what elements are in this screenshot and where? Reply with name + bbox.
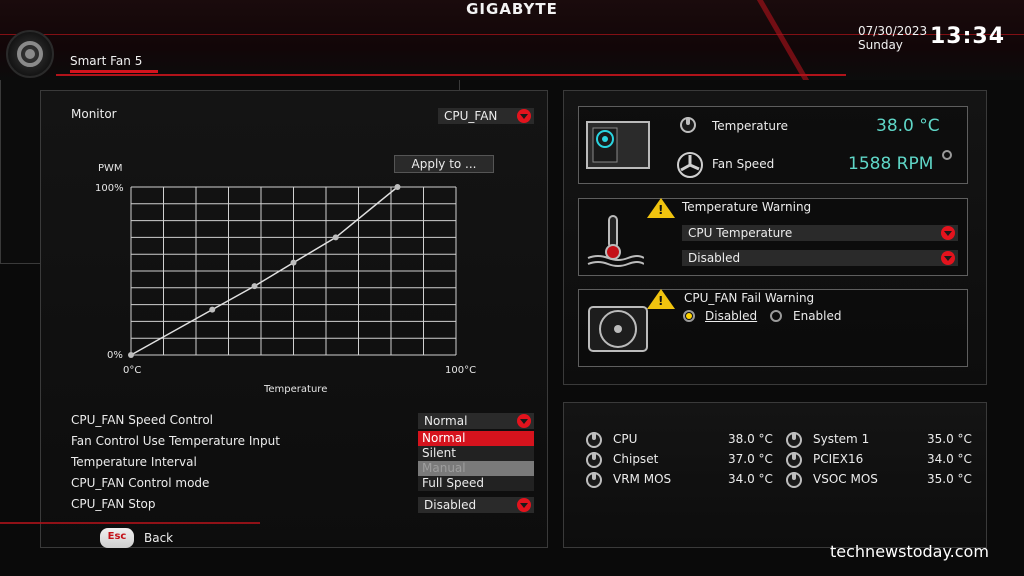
footer-accent [0,522,260,524]
header-tab-bar [56,74,846,76]
temp-source-value: CPU Temperature [688,226,793,240]
control-mode-label: CPU_FAN Control mode [71,476,210,490]
temp-name-system1: System 1 [813,432,870,446]
gear-icon[interactable] [6,30,54,78]
fan-icon [677,152,703,178]
speed-control-dropdown[interactable]: Normal [418,413,534,429]
warning-icon [647,198,675,218]
temperature-label: Temperature [712,119,789,133]
temp-source-dropdown[interactable]: CPU Temperature [682,225,958,241]
radio-enabled-label[interactable]: Enabled [793,309,842,323]
curve-point [394,184,401,190]
temp-interval-label: Temperature Interval [71,455,197,469]
thermometer-icon [786,452,802,468]
fan-stop-value: Disabled [424,498,477,512]
temp-value-vsoc-mos: 35.0 °C [927,472,972,486]
chevron-down-icon [517,498,531,512]
date-display: 07/30/2023 [858,24,928,38]
speed-control-value: Normal [424,414,468,428]
thermometer-icon [586,452,602,468]
heat-thermometer-icon [587,215,644,267]
radio-disabled[interactable] [683,310,695,322]
temp-value-chipset: 37.0 °C [728,452,773,466]
thermometer-icon [586,432,602,448]
curve-point [251,283,258,290]
thermometer-icon [786,432,802,448]
temp-name-vsoc-mos: VSOC MOS [813,472,878,486]
option-normal[interactable]: Normal [418,431,534,446]
fan-speed-label: Fan Speed [712,157,775,171]
watermark: technewstoday.com [830,542,989,561]
radio-disabled-label[interactable]: Disabled [705,309,757,323]
temp-warning-title: Temperature Warning [682,200,812,214]
curve-point [128,352,134,358]
radio-enabled[interactable] [770,310,782,322]
temp-value-pciex16: 34.0 °C [927,452,972,466]
curve-point [332,234,339,241]
curve-point [209,306,216,313]
y-tick-100: 100% [95,183,124,194]
thermometer-icon [680,117,696,133]
y-axis-label: PWM [98,163,123,174]
chevron-down-icon [941,251,955,265]
fan-fail-title: CPU_FAN Fail Warning [684,291,815,305]
chevron-down-icon [941,226,955,240]
x-tick-100: 100°C [445,365,476,376]
temp-value-vrm-mos: 34.0 °C [728,472,773,486]
fan-select-dropdown[interactable]: CPU_FAN [438,108,534,124]
back-button-label[interactable]: Back [144,531,173,545]
option-manual: Manual [418,461,534,476]
speed-control-label: CPU_FAN Speed Control [71,413,214,427]
warning-icon [647,289,675,309]
temp-name-vrm-mos: VRM MOS [613,472,672,486]
temp-value-system1: 35.0 °C [927,432,972,446]
temp-input-label: Fan Control Use Temperature Input [71,434,280,448]
monitor-label: Monitor [71,107,117,121]
pc-case-icon [586,121,650,169]
esc-key-button[interactable]: Esc [100,528,134,548]
fan-icon [588,306,648,352]
temp-state-dropdown[interactable]: Disabled [682,250,958,266]
brand-logo: GIGABYTE [466,0,558,18]
temp-state-value: Disabled [688,251,741,265]
option-full-speed[interactable]: Full Speed [418,476,534,491]
temperature-value: 38.0 °C [876,116,940,136]
option-silent[interactable]: Silent [418,446,534,461]
temp-name-chipset: Chipset [613,452,659,466]
x-axis-label: Temperature [263,384,327,395]
fan-stop-dropdown[interactable]: Disabled [418,497,534,513]
curve-point [290,259,297,266]
fan-select-value: CPU_FAN [444,109,498,123]
chevron-down-icon [517,109,531,123]
y-tick-0: 0% [107,350,123,361]
fan-curve-chart[interactable]: PWM Temperature 100% 0% 0°C 100°C [64,138,524,402]
temp-name-pciex16: PCIEX16 [813,452,864,466]
thermometer-icon [586,472,602,488]
settings-gear-icon[interactable] [940,148,954,162]
temp-value-cpu: 38.0 °C [728,432,773,446]
fan-stop-label: CPU_FAN Stop [71,497,156,511]
x-tick-0: 0°C [123,365,141,376]
chevron-down-icon [517,414,531,428]
tab-active-indicator [70,70,158,73]
chart-grid [130,186,457,356]
clock-display: 13:34 [930,24,1006,49]
day-display: Sunday [858,38,903,52]
temp-name-cpu: CPU [613,432,638,446]
thermometer-icon [786,472,802,488]
fan-speed-value: 1588 RPM [848,154,934,174]
